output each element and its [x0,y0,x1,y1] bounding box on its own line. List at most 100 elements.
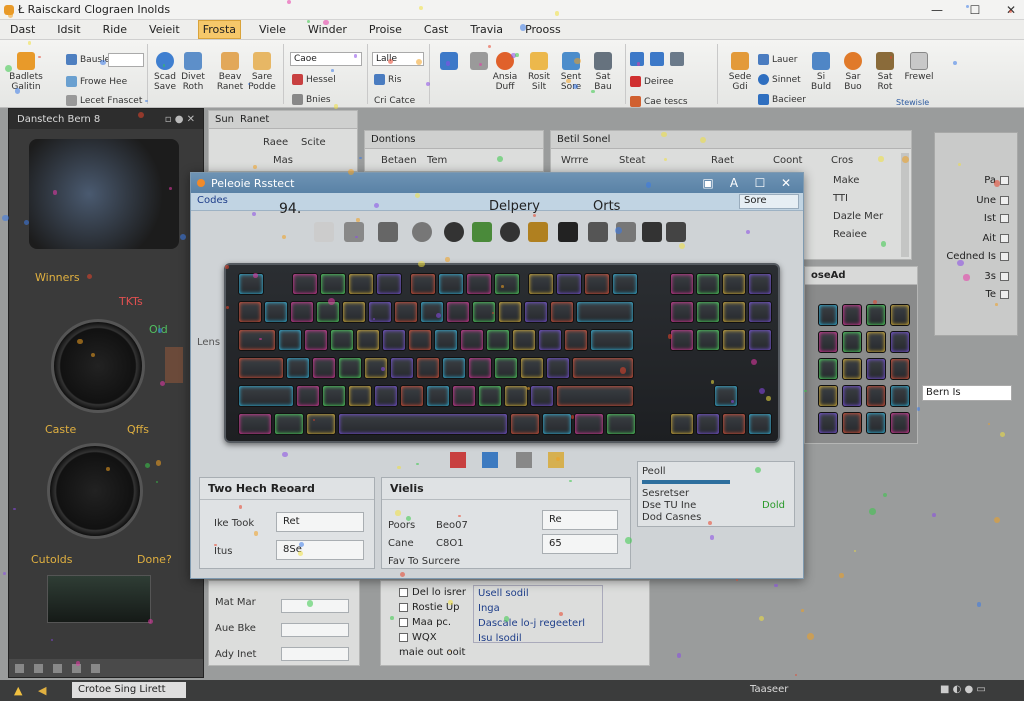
ribbon-combo[interactable]: Lalle [372,52,424,66]
menu-item[interactable]: Dast [6,21,39,38]
action-icon[interactable] [482,452,498,468]
ribbon-button[interactable]: Scad Save [152,52,178,92]
tab[interactable]: Sun [215,114,234,125]
menu-item[interactable]: Veieit [145,21,184,38]
dialog-maximize-button[interactable]: ☐ [747,173,773,193]
icon-screen[interactable] [558,222,578,242]
minimize-button[interactable]: — [918,0,956,20]
checkbox[interactable] [1000,272,1009,281]
list-item[interactable]: Make [833,175,859,186]
ribbon-button[interactable]: Sent Sore [556,52,586,92]
menu-item-active[interactable]: Frosta [197,20,242,39]
icon-drive[interactable] [642,222,662,242]
ribbon-button[interactable]: Rosit Silt [524,52,554,92]
icon-plug[interactable] [412,222,432,242]
icon-disc[interactable] [500,222,520,242]
ribbon-row[interactable]: Cri Catce [374,96,415,106]
action-icon[interactable] [548,452,564,468]
right-option[interactable]: Ait [982,233,1009,244]
nav-icon[interactable] [72,663,81,673]
menu-item[interactable]: Winder [304,21,351,38]
option-item[interactable]: Inga [478,601,602,616]
ribbon-button[interactable]: Divet Roth [180,52,206,92]
checkbox-item[interactable]: WQX [399,630,466,645]
ribbon-row[interactable]: Bnies [292,94,331,105]
action-icon[interactable] [450,452,466,468]
select-input[interactable]: 8Se [276,540,364,560]
ribbon-button[interactable]: Sare Podde [248,52,276,92]
ribbon-row[interactable]: Lauer [758,54,797,65]
ribbon-row[interactable]: Frowe Hee [66,76,127,87]
ribbon-combo[interactable]: Caoe [290,52,362,66]
tab[interactable]: Ranet [240,114,269,125]
control-dial[interactable] [47,443,143,539]
dialog-tab[interactable]: Codes [197,195,228,206]
right-option[interactable]: Une [976,195,1009,206]
icon-phone[interactable] [666,222,686,242]
dialog-up-icon[interactable]: A [721,173,747,193]
input-field[interactable] [281,647,349,661]
slider-handle[interactable] [165,347,183,383]
panel-controls-icon[interactable]: ▫ ● ✕ [165,114,195,125]
menu-item[interactable]: Travia [466,21,507,38]
checkbox[interactable] [1000,290,1009,299]
list-item[interactable]: Reaiee [833,229,867,240]
menu-item[interactable]: Idsit [53,21,84,38]
right-option[interactable]: Te [985,289,1009,300]
menu-item[interactable]: Ride [99,21,131,38]
warning-icon[interactable]: ▲ [14,684,22,697]
ribbon-button[interactable]: Sat Rot [870,52,900,92]
icon-grid[interactable] [528,222,548,242]
action-icon[interactable] [516,452,532,468]
close-button[interactable]: ✕ [992,0,1024,20]
checkbox[interactable] [1000,196,1009,205]
icon-device[interactable] [616,222,636,242]
maximize-button[interactable]: ☐ [956,0,994,20]
menu-item[interactable]: Viele [255,21,290,38]
option-item[interactable]: Usell sodil [478,586,602,601]
nav-icon[interactable] [15,663,24,673]
input-field[interactable] [281,623,349,637]
icon-record[interactable] [444,222,464,242]
ribbon-row[interactable]: Cae tescs [630,96,688,107]
checkbox[interactable] [399,632,408,642]
right-option[interactable]: Cedned Is [946,251,1009,262]
icon-thermo[interactable] [314,222,334,242]
speaker-icon[interactable]: ◀ [38,684,46,697]
option-item[interactable]: Isu lsodil [478,631,602,646]
nav-icon[interactable] [34,663,43,673]
ribbon-row[interactable]: Ris [374,74,401,85]
ribbon-row[interactable]: Bausle [66,54,110,65]
dialog-top-button[interactable]: Sore [739,194,799,209]
ribbon-button[interactable]: Beav Ranet [216,52,244,92]
right-option[interactable]: Pa [984,175,1009,186]
icon-monitor[interactable] [344,222,364,242]
nav-icon[interactable] [91,663,100,673]
dialog-close-button[interactable]: ✕ [773,173,799,193]
ribbon-button[interactable]: Sede Gdi [726,52,754,92]
ribbon-button[interactable]: Ansia Duff [490,52,520,92]
text-input[interactable]: Re [542,510,618,530]
ribbon-button[interactable]: Si Buld [806,52,836,92]
checkbox[interactable] [1000,176,1009,185]
menu-item[interactable]: Prooss [521,21,565,38]
list-item[interactable]: Dazle Mer [833,211,883,222]
option-item[interactable]: Dascale lo-j regeeterl [478,616,602,631]
icon-shield[interactable] [588,222,608,242]
menu-item[interactable]: Proise [365,21,406,38]
number-input[interactable]: 65 [542,534,618,554]
checkbox[interactable] [1000,252,1009,261]
menu-item[interactable]: Cast [420,21,452,38]
checkbox[interactable] [399,602,408,612]
checkbox-item[interactable]: Rostie Up [399,600,466,615]
tray-icons[interactable]: ■ ◐ ● ▭ [940,684,986,695]
right-option[interactable]: Ist [984,213,1009,224]
ribbon-button[interactable]: Frewel [902,52,936,82]
right-option[interactable]: 3s [984,271,1009,282]
ribbon-combo[interactable] [108,53,144,67]
checkbox-item[interactable]: Del lo isrer [399,585,466,600]
ribbon-row[interactable]: Hessel [292,74,336,85]
right-combo[interactable]: Bern Is [922,385,1012,401]
icon-panel[interactable] [378,222,398,242]
control-dial[interactable] [51,319,145,413]
